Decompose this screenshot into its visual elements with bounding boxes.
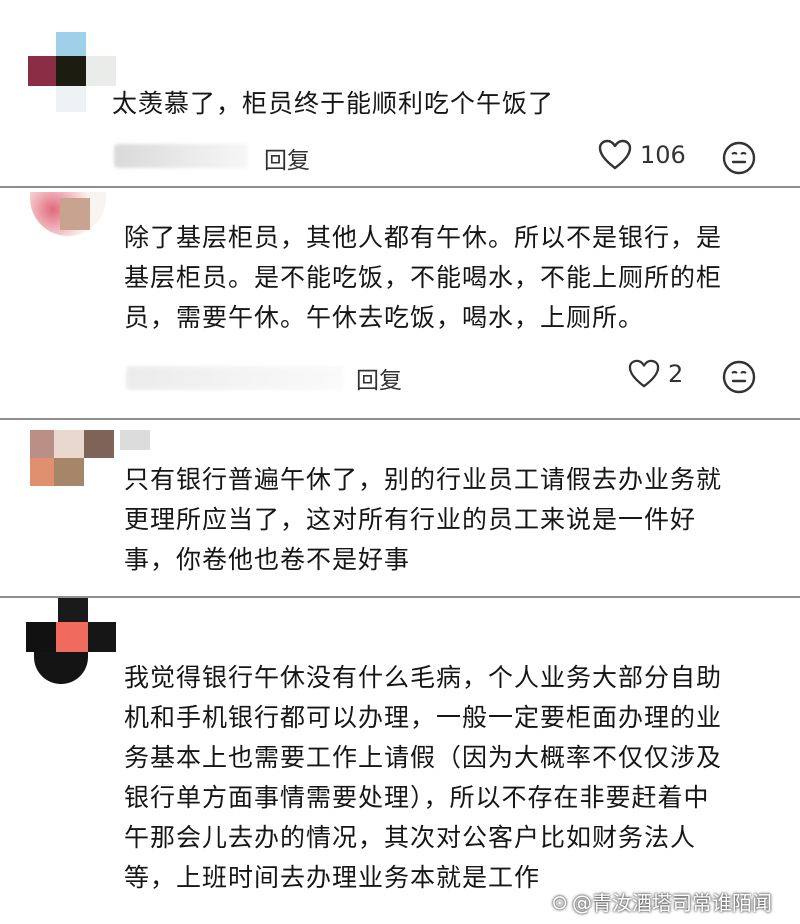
username-blurred (126, 366, 344, 390)
comment-text: 太羡慕了，柜员终于能顺利吃个午饭了 (112, 89, 555, 118)
heart-outline-icon (598, 139, 632, 171)
comment-text: 我觉得银行午休没有什么毛病，个人业务大部分自助 机和手机银行都可以办理，一般一定… (124, 663, 723, 892)
avatar[interactable] (30, 188, 120, 244)
reply-button[interactable]: 回复 (356, 361, 402, 395)
username-blurred (114, 144, 248, 168)
watermark-logo-icon: ⊙ (551, 889, 568, 914)
emoji-face-icon[interactable] (722, 360, 756, 394)
like-button[interactable]: 106 (598, 139, 686, 171)
like-count: 106 (640, 141, 686, 169)
comment-text: 除了基层柜员，其他人都有午休。所以不是银行，是 基层柜员。是不能吃饭，不能喝水，… (124, 223, 723, 332)
like-button[interactable]: 2 (628, 359, 683, 389)
reply-button[interactable]: 回复 (264, 141, 310, 175)
comment-text: 只有银行普遍午休了，别的行业员工请假去办业务就 更理所应当了，这对所有行业的员工… (124, 465, 723, 574)
avatar[interactable] (28, 32, 118, 112)
avatar[interactable] (26, 598, 120, 684)
comment-1: 太羡慕了，柜员终于能顺利吃个午饭了 回复 106 (0, 0, 800, 186)
comment-3: 只有银行普遍午休了，别的行业员工请假去办业务就 更理所应当了，这对所有行业的员工… (0, 420, 800, 596)
emoji-face-icon[interactable] (722, 141, 756, 175)
watermark: ⊙ @青汝酒塔司常谁陌闻 (551, 889, 772, 916)
comment-2: 除了基层柜员，其他人都有午休。所以不是银行，是 基层柜员。是不能吃饭，不能喝水，… (0, 188, 800, 418)
comment-4: 我觉得银行午休没有什么毛病，个人业务大部分自助 机和手机银行都可以办理，一般一定… (0, 598, 800, 924)
heart-outline-icon (628, 359, 660, 389)
like-count: 2 (668, 360, 684, 388)
